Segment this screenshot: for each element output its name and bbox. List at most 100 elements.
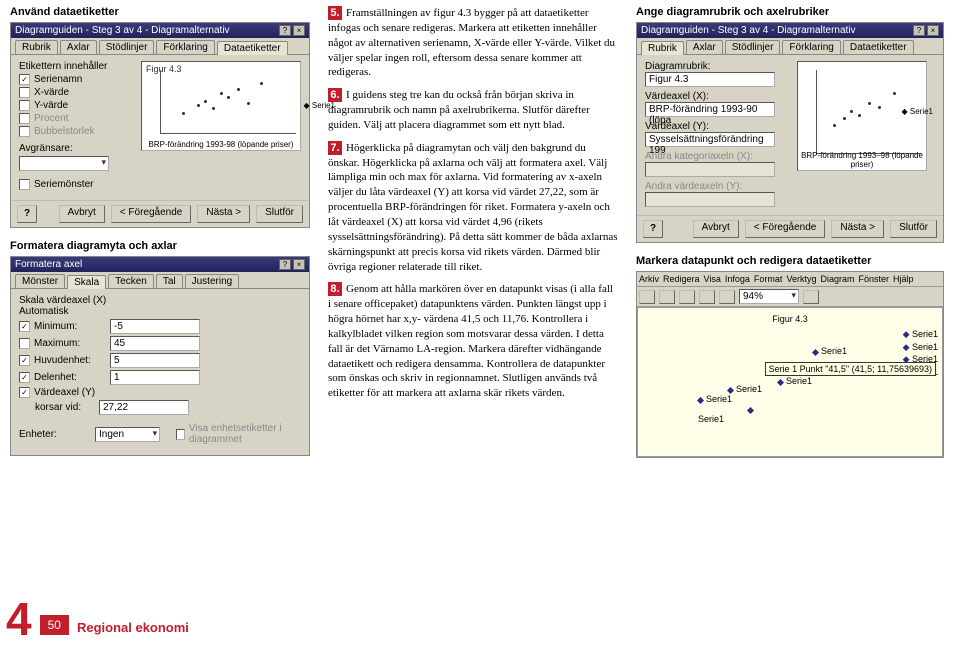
tab-tecken[interactable]: Tecken [108, 274, 154, 288]
chk-serienamn[interactable] [19, 74, 30, 85]
dialog-title: Diagramguiden - Steg 3 av 4 - Diagramalt… [15, 25, 230, 36]
cancel-button[interactable]: Avbryt [693, 220, 739, 238]
subject-title: Regional ekonomi [77, 620, 189, 635]
chk-yvarde[interactable] [19, 100, 30, 111]
input-cross[interactable]: 27,22 [99, 400, 189, 415]
menu-verktyg[interactable]: Verktyg [786, 274, 816, 284]
chk-major[interactable] [19, 355, 30, 366]
back-button[interactable]: < Föregående [111, 205, 192, 223]
chk-min[interactable] [19, 321, 30, 332]
step-7-number: 7. [328, 141, 342, 155]
menu-diagram[interactable]: Diagram [820, 274, 854, 284]
menu-redigera[interactable]: Redigera [663, 274, 700, 284]
units-dropdown[interactable]: Ingen [95, 427, 160, 442]
chk-minor[interactable] [19, 372, 30, 383]
dialog-chart-wizard-titles: Diagramguiden - Steg 3 av 4 - Diagramalt… [636, 22, 944, 243]
input-xaxis[interactable]: BRP-förändring 1993-90 (löpa [645, 102, 775, 117]
menu-arkiv[interactable]: Arkiv [639, 274, 659, 284]
menu-fonster[interactable]: Fönster [858, 274, 889, 284]
finish-button[interactable]: Slutför [256, 205, 303, 223]
tab-rubrik[interactable]: Rubrik [15, 40, 58, 54]
dialog2-title: Formatera axel [15, 259, 82, 270]
tab-tal[interactable]: Tal [156, 274, 183, 288]
menu-visa[interactable]: Visa [704, 274, 721, 284]
opt-procent: Procent [34, 113, 68, 124]
para-5: 5.Framställningen av figur 4.3 bygger på… [328, 6, 618, 80]
dialog-chart-wizard-labels: Diagramguiden - Steg 3 av 4 - Diagramalt… [10, 22, 310, 228]
lbl-minor: Delenhet: [34, 372, 106, 383]
separator-dropdown[interactable] [19, 156, 109, 171]
tab-stodlinjer[interactable]: Stödlinjer [725, 40, 781, 54]
lbl-min: Minimum: [34, 321, 106, 332]
input-major[interactable]: 5 [110, 353, 200, 368]
input-minor[interactable]: 1 [110, 370, 200, 385]
tab-dataetiketter[interactable]: Dataetiketter [843, 40, 914, 54]
tab-rubrik[interactable]: Rubrik [641, 41, 684, 55]
opt-bubbel: Bubbelstorlek [34, 126, 95, 137]
tab-axlar[interactable]: Axlar [60, 40, 97, 54]
wizard-help-button[interactable]: ? [17, 205, 37, 223]
close-icon[interactable]: × [293, 259, 305, 270]
lbl-max: Maximum: [34, 338, 106, 349]
tab-stodlinjer[interactable]: Stödlinjer [99, 40, 155, 54]
wizard-help-button[interactable]: ? [643, 220, 663, 238]
toolbar-btn[interactable] [803, 290, 819, 304]
lbl-yaxis: Värdeaxel (Y) [34, 387, 106, 398]
toolbar-btn[interactable] [719, 290, 735, 304]
page-footer: 4 50 Regional ekonomi [6, 603, 189, 635]
chk-yaxis[interactable] [19, 387, 30, 398]
chk-bubbel[interactable] [19, 126, 30, 137]
lbl-val2: Andra värdeaxeln (Y): [645, 181, 785, 192]
tab-justering[interactable]: Justering [185, 274, 240, 288]
input-chart-title[interactable]: Figur 4.3 [645, 72, 775, 87]
menu-infoga[interactable]: Infoga [725, 274, 750, 284]
para-6: 6.I guidens steg tre kan du också från b… [328, 88, 618, 133]
chk-max[interactable] [19, 338, 30, 349]
chart-preview: Figur 4.3 BRP-förändring 1993-98 (löpand… [141, 61, 301, 151]
input-max[interactable]: 45 [110, 336, 200, 351]
opt-seriemonster: Seriemönster [34, 179, 93, 190]
labels-group-heading: Etikettern innehåller [19, 61, 127, 72]
next-button[interactable]: Nästa > [197, 205, 250, 223]
menu-format[interactable]: Format [754, 274, 783, 284]
toolbar-btn[interactable] [639, 290, 655, 304]
chk-procent[interactable] [19, 113, 30, 124]
tab-skala[interactable]: Skala [67, 275, 106, 289]
tab-axlar[interactable]: Axlar [686, 40, 723, 54]
close-icon[interactable]: × [927, 25, 939, 36]
close-icon[interactable]: × [293, 25, 305, 36]
toolbar-btn[interactable] [659, 290, 675, 304]
tab-monster[interactable]: Mönster [15, 274, 65, 288]
para-7: 7.Högerklicka på diagramytan och välj de… [328, 141, 618, 275]
toolbar-btn[interactable] [699, 290, 715, 304]
help-icon[interactable]: ? [279, 259, 291, 270]
chk-seriemonster[interactable] [19, 179, 30, 190]
back-button[interactable]: < Föregående [745, 220, 826, 238]
help-icon[interactable]: ? [913, 25, 925, 36]
input-yaxis[interactable]: Sysselsättningsförändring 199 [645, 132, 775, 147]
page-number: 50 [40, 615, 69, 635]
heading-use-datalabels: Använd dataetiketter [10, 6, 310, 18]
next-button[interactable]: Nästa > [831, 220, 884, 238]
lbl-units: Enheter: [19, 429, 91, 440]
opt-serienamn: Serienamn [34, 74, 82, 85]
heading-format-axis: Formatera diagramyta och axlar [10, 240, 310, 252]
lbl-chart-title: Diagramrubrik: [645, 61, 785, 72]
finish-button[interactable]: Slutför [890, 220, 937, 238]
chart-editing-area[interactable]: Figur 4.3 Serie1 Serie1 Serie1 Serie1 Se… [637, 307, 943, 457]
lbl-cross: korsar vid: [35, 402, 95, 413]
cancel-button[interactable]: Avbryt [59, 205, 105, 223]
input-min[interactable]: -5 [110, 319, 200, 334]
chk-xvarde[interactable] [19, 87, 30, 98]
preview-legend: Serie1 [312, 101, 335, 110]
toolbar-btn[interactable] [679, 290, 695, 304]
help-icon[interactable]: ? [279, 25, 291, 36]
tab-dataetiketter[interactable]: Dataetiketter [217, 41, 288, 55]
tab-forklaring[interactable]: Förklaring [156, 40, 214, 54]
auto-label: Automatisk [19, 306, 301, 317]
zoom-dropdown[interactable]: 94% [739, 289, 799, 304]
chk-show-units[interactable] [176, 429, 185, 440]
tab-forklaring[interactable]: Förklaring [782, 40, 840, 54]
menubar: Arkiv Redigera Visa Infoga Format Verkty… [637, 272, 943, 287]
menu-hjalp[interactable]: Hjälp [893, 274, 914, 284]
